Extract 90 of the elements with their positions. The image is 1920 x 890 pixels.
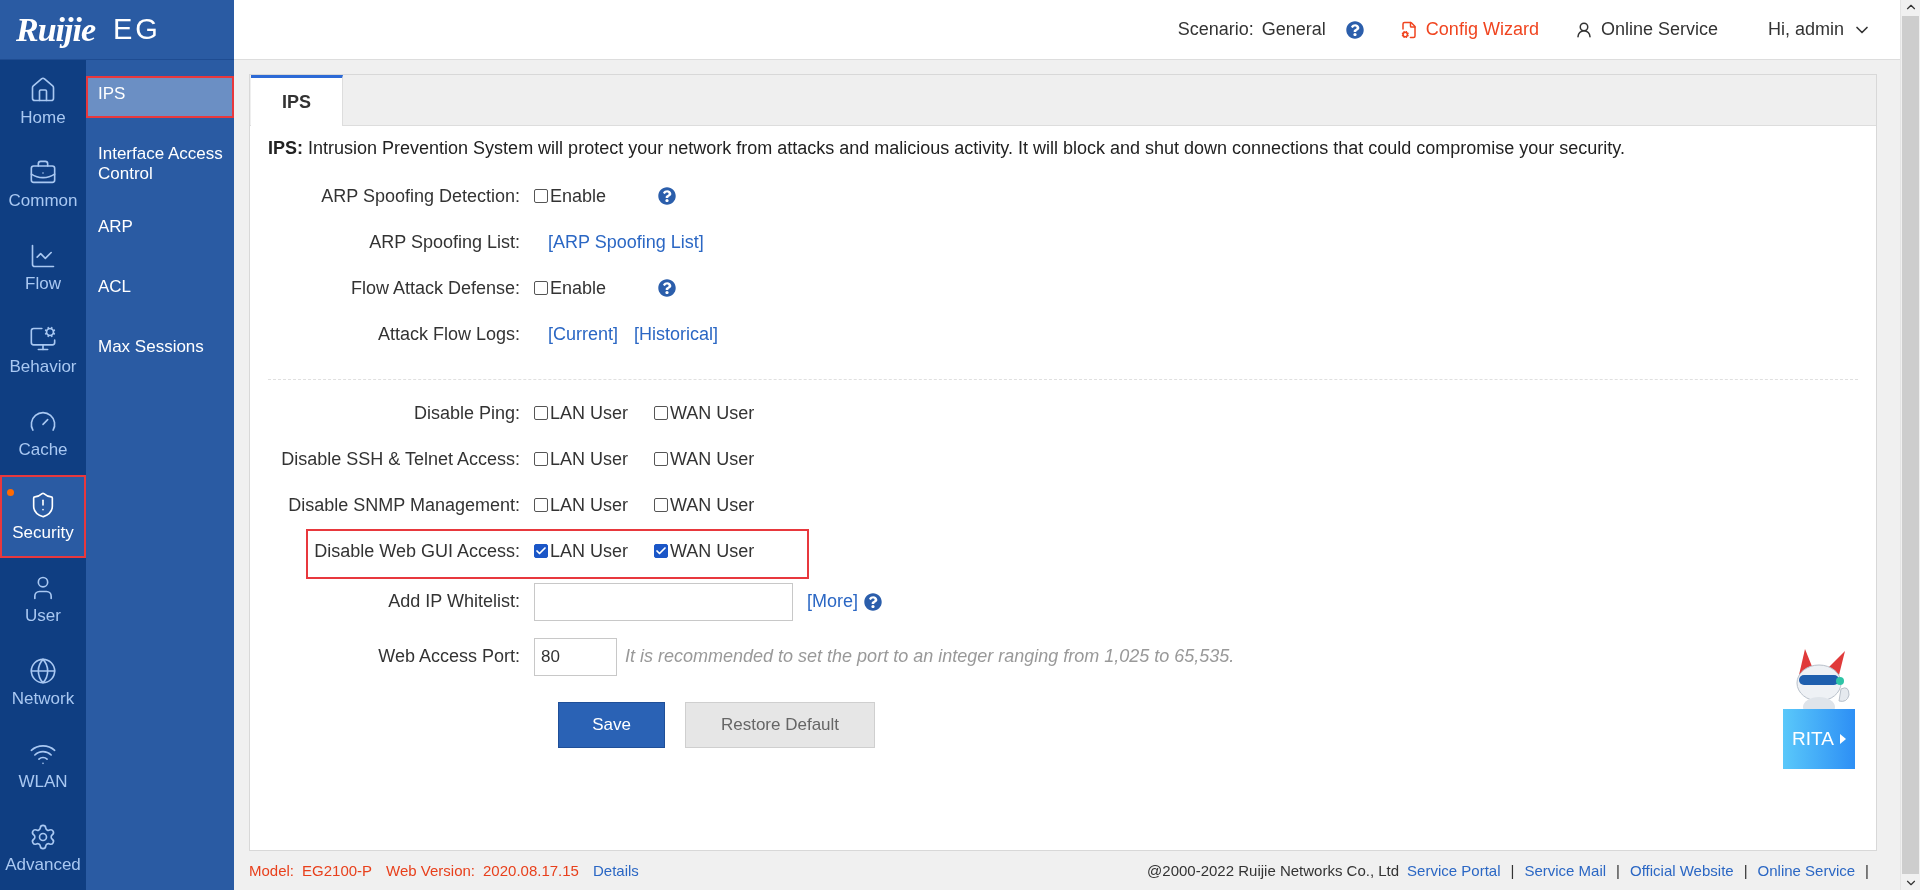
nav-item[interactable]: Cache bbox=[0, 392, 86, 475]
checkbox[interactable] bbox=[534, 498, 548, 512]
checkbox[interactable] bbox=[654, 498, 668, 512]
checkbox-option[interactable]: WAN User bbox=[654, 402, 774, 424]
intro-text: IPS: Intrusion Prevention System will protect your network from attacks and malicious activity. It will block and shut down connections that could compromise your security. bbox=[267, 137, 1626, 159]
monitor-gear-icon bbox=[29, 324, 57, 353]
person-icon bbox=[1574, 20, 1593, 39]
checkbox[interactable] bbox=[534, 189, 548, 203]
model-label: Model: bbox=[249, 862, 295, 879]
nav-item[interactable]: Advanced bbox=[0, 807, 86, 890]
nav-item[interactable]: Flow bbox=[0, 226, 86, 309]
hint-text: It is recommended to set the port to an integer ranging from 1,025 to 65,535. bbox=[625, 646, 1235, 667]
checkbox-option[interactable]: Enable bbox=[534, 185, 654, 207]
checkbox-option[interactable]: LAN User bbox=[534, 402, 654, 424]
checkbox[interactable] bbox=[534, 406, 548, 420]
field-label: Disable Ping: bbox=[412, 402, 521, 424]
link[interactable]: [Current] bbox=[548, 323, 619, 345]
version-label: Web Version: bbox=[386, 862, 476, 879]
scenario-label: Scenario: bbox=[1177, 19, 1254, 40]
nav-item[interactable]: User bbox=[0, 558, 86, 641]
checkbox-option[interactable]: LAN User bbox=[534, 448, 654, 470]
checkbox-option[interactable]: WAN User bbox=[654, 540, 774, 562]
footer-link[interactable]: Online Service bbox=[1757, 862, 1856, 879]
settings-icon bbox=[29, 822, 57, 851]
tab[interactable]: IPS bbox=[251, 75, 343, 126]
checkbox-option[interactable]: LAN User bbox=[534, 540, 654, 562]
help-icon[interactable] bbox=[1345, 20, 1364, 39]
help-icon[interactable] bbox=[658, 187, 676, 205]
footer-link[interactable]: Official Website bbox=[1630, 862, 1734, 879]
checkbox[interactable] bbox=[534, 544, 548, 558]
separator: | bbox=[1743, 862, 1748, 879]
checkbox[interactable] bbox=[654, 544, 668, 558]
online-service-link[interactable]: Online Service bbox=[1600, 19, 1718, 40]
field-label: Disable SSH & Telnet Access: bbox=[280, 448, 521, 470]
save-button[interactable]: Save bbox=[558, 702, 665, 748]
config-wizard-link[interactable]: Config Wizard bbox=[1425, 19, 1539, 40]
field-label: ARP Spoofing List: bbox=[368, 231, 521, 253]
submenu-item[interactable]: IPS bbox=[86, 76, 234, 118]
checkbox[interactable] bbox=[654, 452, 668, 466]
caret-right-icon bbox=[1839, 734, 1846, 744]
document-gear-icon bbox=[1399, 20, 1418, 39]
field-label: Flow Attack Defense: bbox=[349, 277, 521, 299]
scrollbar-thumb[interactable] bbox=[1902, 16, 1919, 874]
house-icon bbox=[29, 75, 57, 104]
nav-item[interactable]: Security bbox=[0, 475, 86, 558]
submenu-item[interactable]: ACL bbox=[86, 269, 234, 312]
help-icon[interactable] bbox=[658, 279, 676, 297]
footer-link[interactable]: Service Mail bbox=[1524, 862, 1607, 879]
scenario-value: General bbox=[1261, 19, 1326, 40]
copyright-text: @2000-2022 Ruijie Networks Co., Ltd bbox=[1147, 862, 1400, 879]
field-label: Disable Web GUI Access: bbox=[313, 540, 521, 562]
field-label: Web Access Port: bbox=[377, 646, 521, 667]
field-label: Disable SNMP Management: bbox=[287, 494, 521, 516]
globe-icon bbox=[29, 656, 57, 685]
user-menu[interactable]: Hi, admin bbox=[1767, 19, 1844, 40]
checkbox-option[interactable]: LAN User bbox=[534, 494, 654, 516]
link[interactable]: [Historical] bbox=[634, 323, 719, 345]
details-link[interactable]: Details bbox=[592, 862, 639, 879]
submenu-item[interactable]: ARP bbox=[86, 209, 234, 252]
field-label: Attack Flow Logs: bbox=[376, 323, 521, 345]
separator: | bbox=[1510, 862, 1515, 879]
separator: | bbox=[1616, 862, 1620, 879]
checkbox-option[interactable]: WAN User bbox=[654, 448, 774, 470]
logo: Ruijie bbox=[16, 10, 96, 49]
submenu-item[interactable]: Interface Access Control bbox=[86, 136, 234, 192]
link[interactable]: [More] bbox=[807, 591, 858, 612]
footer-link[interactable]: Service Portal bbox=[1407, 862, 1501, 879]
nav-item[interactable]: Home bbox=[0, 60, 86, 143]
separator: | bbox=[1865, 862, 1869, 879]
nav-item[interactable]: Network bbox=[0, 641, 86, 724]
version-value: 2020.08.17.15 bbox=[483, 862, 579, 879]
nav-item[interactable]: Common bbox=[0, 143, 86, 226]
link[interactable]: [ARP Spoofing List] bbox=[548, 231, 704, 253]
input-field[interactable] bbox=[534, 582, 793, 621]
checkbox-option[interactable]: Enable bbox=[534, 277, 654, 299]
field-label: ARP Spoofing Detection: bbox=[320, 185, 521, 207]
checkbox-option[interactable]: WAN User bbox=[654, 494, 774, 516]
product-name: EG bbox=[113, 13, 161, 46]
restore-button[interactable]: Restore Default bbox=[685, 702, 875, 748]
input-field[interactable]: 80 bbox=[534, 637, 617, 676]
checkbox[interactable] bbox=[534, 281, 548, 295]
help-icon[interactable] bbox=[864, 592, 882, 611]
scrollbar[interactable] bbox=[1900, 0, 1920, 890]
nav-item[interactable]: WLAN bbox=[0, 724, 86, 807]
nav-item[interactable]: Behavior bbox=[0, 309, 86, 392]
checkbox[interactable] bbox=[654, 406, 668, 420]
submenu-item[interactable]: Max Sessions bbox=[86, 329, 234, 372]
model-value: EG2100-P bbox=[302, 862, 373, 879]
checkbox[interactable] bbox=[534, 452, 548, 466]
field-label: Add IP Whitelist: bbox=[387, 591, 521, 612]
